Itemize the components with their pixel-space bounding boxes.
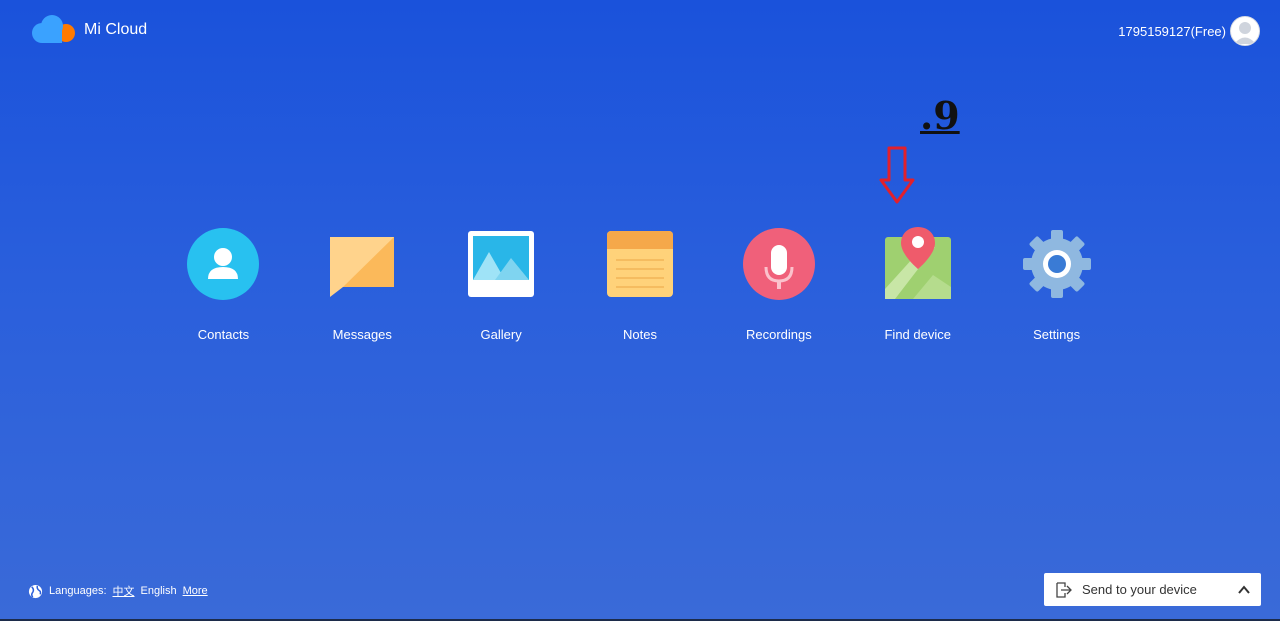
annotation-step-number: .9 [920,93,960,138]
language-selector: Languages: 中文 English More [28,583,208,599]
language-chinese-link[interactable]: 中文 [113,583,135,599]
app-label-find-device: Find device [884,327,951,342]
mi-cloud-logo-icon[interactable] [28,14,76,44]
app-contacts[interactable]: Contacts [154,226,293,346]
app-label-messages: Messages [332,327,392,342]
chevron-up-icon[interactable] [1237,583,1251,597]
recordings-icon [742,228,815,300]
languages-label: Languages: [49,585,107,597]
find-device-icon [884,227,951,299]
app-label-settings: Settings [1033,327,1081,342]
app-find-device[interactable]: Find device [848,226,987,346]
app-messages[interactable]: Messages [293,226,432,346]
annotation-arrow-down-icon [879,146,915,204]
app-gallery[interactable]: Gallery [432,226,571,346]
app-label-gallery: Gallery [480,327,522,342]
gallery-icon [468,231,535,297]
language-english-link[interactable]: English [141,585,177,597]
account-name: 1795159127(Free) [1118,23,1226,39]
user-avatar-icon [1234,22,1256,44]
app-notes[interactable]: Notes [571,226,710,346]
app-label-recordings: Recordings [745,327,812,342]
brand-title: Mi Cloud [84,21,148,38]
send-device-icon [1056,581,1072,598]
avatar[interactable] [1230,16,1260,46]
app-label-contacts: Contacts [197,327,250,342]
send-to-device-label: Send to your device [1082,582,1197,597]
language-more-link[interactable]: More [183,585,208,597]
app-grid: Contacts Messages Gallery Notes Recordin… [154,226,1126,346]
messages-icon [330,237,395,297]
app-recordings[interactable]: Recordings [709,226,848,346]
globe-icon [28,584,43,598]
account-menu[interactable]: 1795159127(Free) [1118,16,1260,46]
app-settings[interactable]: Settings [987,226,1126,346]
notes-icon [607,231,673,297]
header: Mi Cloud 1795159127(Free) [0,0,1280,62]
settings-icon [1022,230,1091,298]
send-to-device-button[interactable]: Send to your device [1044,573,1261,606]
contacts-icon [187,228,260,300]
app-label-notes: Notes [623,327,657,342]
